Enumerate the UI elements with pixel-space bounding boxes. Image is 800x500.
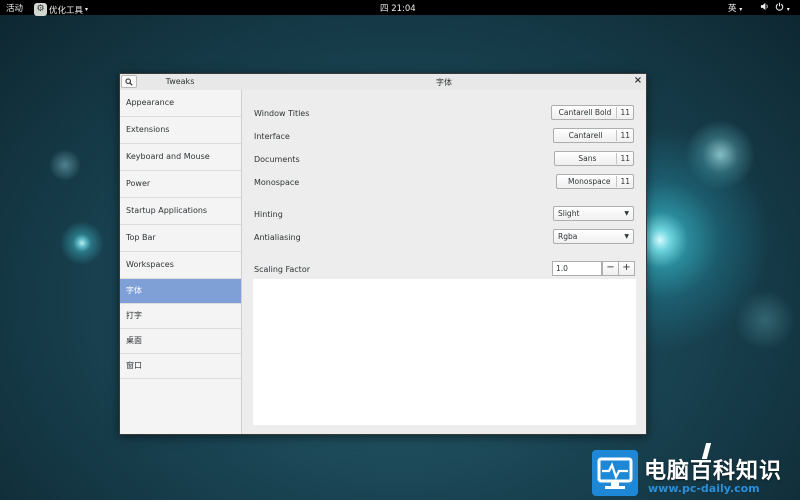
app-title: Tweaks [165,77,195,86]
power-icon[interactable]: ▾ [775,2,790,14]
language-label: 英 [728,4,737,14]
interface-label: Interface [254,132,290,141]
sidebar-item-keyboard-and-mouse[interactable]: Keyboard and Mouse [120,144,241,171]
watermark: 电脑百科知识 www.pc-daily.com [592,443,800,500]
documents-font-button[interactable]: Sans 11 [554,151,634,166]
hinting-value: Slight [558,209,580,218]
font-size: 11 [620,108,630,117]
font-size: 11 [620,177,630,186]
sidebar-item-appearance[interactable]: Appearance [120,90,241,117]
font-name: Monospace [557,176,618,187]
scaling-increase-button[interactable]: + [618,261,635,276]
sidebar-item-workspaces[interactable]: Workspaces [120,252,241,279]
sidebar-item-desktop[interactable]: 桌面 [120,329,241,354]
window-titles-font-button[interactable]: Cantarell Bold 11 [550,105,634,120]
hinting-label: Hinting [254,210,283,219]
app-menu-label: 优化工具 [49,5,84,16]
documents-label: Documents [254,155,300,164]
monospace-font-button[interactable]: Monospace 11 [556,174,634,189]
sidebar-item-fonts[interactable]: 字体 [120,279,241,304]
close-button[interactable]: × [633,76,643,86]
chevron-down-icon: ▾ [85,6,89,13]
monitor-logo-icon [592,450,638,496]
close-icon: × [633,75,643,86]
antialiasing-dropdown[interactable]: Rgba ▼ [553,229,634,244]
watermark-text: 电脑百科知识 [644,459,783,484]
volume-icon[interactable] [760,2,769,14]
top-bar: 活动 ⚙ 优化工具 ▾ 四 21:04 英 ▾ ▾ [0,0,800,17]
chevron-down-icon: ▾ [739,6,743,13]
window-titles-label: Window Titles [254,109,310,118]
tweaks-window: Tweaks 字体 × Appearance Extensions Keyboa… [119,73,647,435]
sidebar-item-top-bar[interactable]: Top Bar [120,225,241,252]
activities-button[interactable]: 活动 [6,2,23,14]
font-name: Cantarell Bold [552,107,618,118]
sidebar-item-extensions[interactable]: Extensions [120,117,241,144]
watermark-url: www.pc-daily.com [648,482,760,495]
page-title: 字体 [436,78,452,87]
input-language-indicator[interactable]: 英 ▾ [728,2,742,14]
monospace-label: Monospace [254,178,300,187]
sidebar-item-startup-applications[interactable]: Startup Applications [120,198,241,225]
app-menu[interactable]: ⚙ 优化工具 ▾ [34,2,88,17]
chevron-down-icon: ▾ [786,6,790,13]
sidebar-item-typing[interactable]: 打字 [120,304,241,329]
dropdown-arrow-icon: ▼ [624,210,629,217]
fonts-panel: Window Titles Cantarell Bold 11 Interfac… [242,90,646,434]
tweaks-app-icon: ⚙ [34,3,47,16]
sidebar: Appearance Extensions Keyboard and Mouse… [120,90,242,434]
empty-content-area [253,279,636,425]
interface-font-button[interactable]: Cantarell 11 [552,128,634,143]
sidebar-item-windows[interactable]: 窗口 [120,354,241,379]
header-bar: Tweaks 字体 × [120,74,646,91]
dropdown-arrow-icon: ▼ [624,233,629,240]
scaling-factor-input[interactable]: 1.0 [552,261,602,276]
font-name: Sans [555,153,618,164]
font-name: Cantarell [554,130,618,141]
antialiasing-label: Antialiasing [254,233,301,242]
scaling-decrease-button[interactable]: − [602,261,619,276]
scaling-factor-label: Scaling Factor [254,265,311,274]
font-size: 11 [620,154,630,163]
hinting-dropdown[interactable]: Slight ▼ [553,206,634,221]
sidebar-item-power[interactable]: Power [120,171,241,198]
font-size: 11 [620,131,630,140]
antialiasing-value: Rgba [558,232,578,241]
clock[interactable]: 四 21:04 [380,2,416,14]
